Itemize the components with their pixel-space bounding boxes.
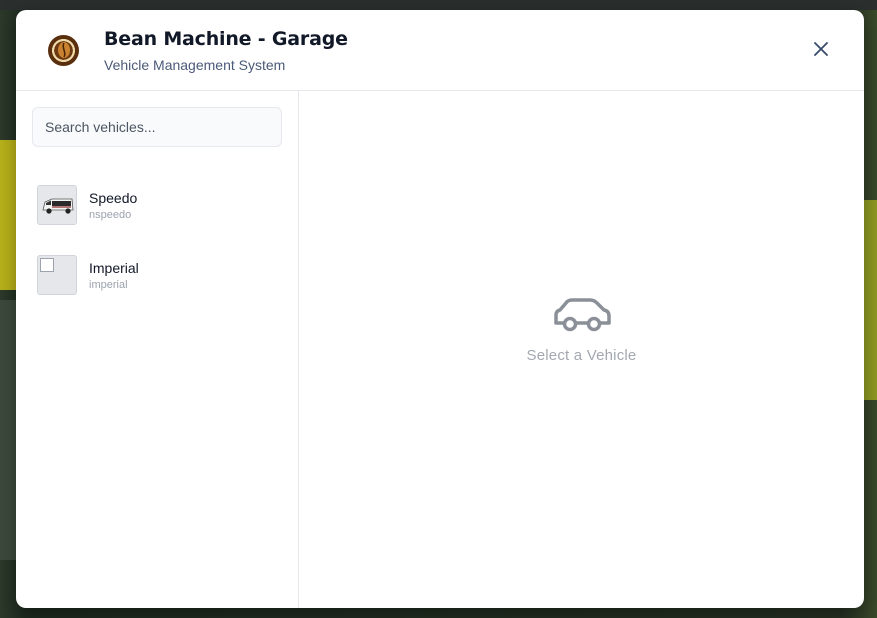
van-image xyxy=(37,185,77,225)
vehicle-info: Speedo nspeedo xyxy=(89,190,137,221)
vehicle-name: Speedo xyxy=(89,189,138,206)
vehicle-item-imperial[interactable]: Imperial imperial xyxy=(32,240,282,310)
vehicle-sidebar: Speedo nspeedo Imperial imperial xyxy=(16,91,299,608)
header-titles: Bean Machine - Garage Vehicle Management… xyxy=(104,28,348,73)
vehicle-model: nspeedo xyxy=(89,208,132,221)
broken-image-icon xyxy=(40,258,54,272)
vehicle-info: Imperial imperial xyxy=(89,260,139,291)
coffee-bean-logo-icon xyxy=(48,34,79,66)
modal-header: Bean Machine - Garage Vehicle Management… xyxy=(16,10,864,91)
vehicle-list: Speedo nspeedo Imperial imperial xyxy=(32,170,282,310)
search-input[interactable] xyxy=(32,107,282,147)
vehicle-model: imperial xyxy=(89,278,128,291)
vehicle-name: Imperial xyxy=(89,259,139,276)
page-subtitle: Vehicle Management System xyxy=(104,56,286,73)
close-button[interactable] xyxy=(812,40,830,58)
vehicle-item-speedo[interactable]: Speedo nspeedo xyxy=(32,170,282,240)
backdrop-top-strip xyxy=(0,0,877,10)
page-title: Bean Machine - Garage xyxy=(104,27,348,50)
close-icon xyxy=(814,42,828,56)
backdrop-wall-left xyxy=(0,300,16,560)
empty-state-text: Select a Vehicle xyxy=(526,347,637,364)
backdrop-sign-right xyxy=(863,200,877,400)
garage-modal: Bean Machine - Garage Vehicle Management… xyxy=(16,10,864,608)
car-icon xyxy=(553,298,611,332)
broken-image xyxy=(37,255,77,295)
vehicle-detail-panel: Select a Vehicle xyxy=(299,91,864,608)
modal-body: Speedo nspeedo Imperial imperial xyxy=(16,91,864,608)
